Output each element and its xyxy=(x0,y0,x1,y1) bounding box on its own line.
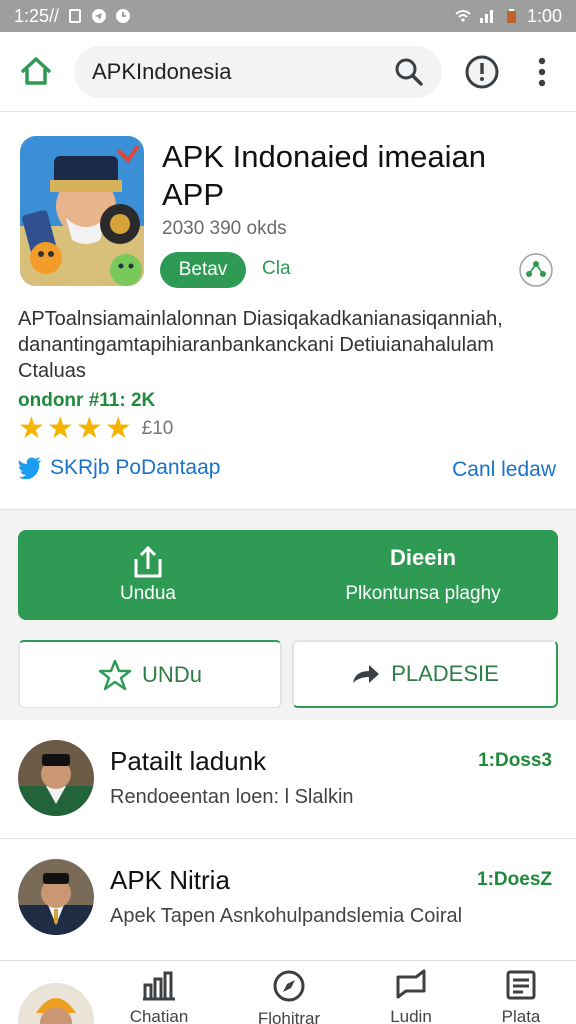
rating-count: £10 xyxy=(141,418,174,439)
status-bar: 1:25// 1:00 xyxy=(0,0,576,32)
chat-icon xyxy=(396,969,426,999)
list-item[interactable]: Patailt ladunk Rendoeentan loen: l Slalk… xyxy=(0,720,576,838)
download-action[interactable]: Undua xyxy=(18,530,278,620)
nav-label: Chatian xyxy=(129,1007,189,1024)
cancel-link[interactable]: Canl ledaw xyxy=(452,458,556,482)
list-item-meta: 1:DoesZ xyxy=(477,869,552,890)
rating-stars: ★ ★ ★ ★ £10 xyxy=(18,414,173,444)
top-app-bar: APKIndonesia xyxy=(0,32,576,112)
bottom-navigation: Chatian Flohitrar Ludin Plata xyxy=(0,960,576,1024)
status-left: 1:25// xyxy=(14,6,131,27)
twitter-link-label: SKRjb PoDantaap xyxy=(50,456,221,479)
status-clock: 1:00 xyxy=(526,5,562,26)
app-meta: 2030 390 okds xyxy=(162,218,287,239)
main-action-bar[interactable]: Undua Dieein Plkontunsa plaghy xyxy=(18,530,558,620)
app-title: APK Indonaied imeaian APP xyxy=(162,139,487,212)
nav-item-plata[interactable]: Plata xyxy=(466,969,576,1024)
star-icon: ★ xyxy=(104,412,132,445)
upload-share-icon xyxy=(134,545,162,578)
home-chart-icon xyxy=(143,971,175,1001)
nav-item-ludin[interactable]: Ludin xyxy=(356,969,466,1024)
twitter-icon xyxy=(18,457,41,479)
nav-item-flohitrar[interactable]: Flohitrar xyxy=(234,969,344,1024)
search-bar[interactable]: APKIndonesia xyxy=(74,46,442,98)
pladesie-button[interactable]: PLADESIE xyxy=(292,640,558,708)
list-item-meta: 1:Doss3 xyxy=(478,750,552,771)
install-action[interactable]: Dieein Plkontunsa plaghy xyxy=(288,530,558,620)
download-label: Undua xyxy=(120,583,176,604)
list-item-title: Patailt ladunk xyxy=(110,746,267,776)
pladesie-label: PLADESIE xyxy=(391,661,499,686)
signal-icon xyxy=(479,10,493,23)
help-icon[interactable] xyxy=(464,54,500,90)
list-item-subtitle: Apek Tapen Asnkohulpandslemia Coiral xyxy=(110,905,463,927)
star-outline-icon xyxy=(98,659,132,690)
nav-label: Ludin xyxy=(390,1007,432,1024)
nav-item-chatian[interactable]: Chatian xyxy=(104,969,214,1024)
sim-icon xyxy=(69,9,82,23)
more-vert-icon[interactable] xyxy=(528,52,556,92)
home-icon[interactable] xyxy=(16,52,56,92)
star-icon: ★ xyxy=(75,412,103,445)
app-description: APToalnsiamainlalonnan Diasiqakadkaniana… xyxy=(18,308,503,382)
clock-icon xyxy=(116,9,131,23)
share-icon[interactable] xyxy=(518,252,554,288)
pill-side-label: Cla xyxy=(262,258,291,279)
search-input[interactable]: APKIndonesia xyxy=(92,59,394,85)
status-time: 1:25// xyxy=(14,5,60,26)
avatar xyxy=(18,859,94,935)
twitter-link[interactable]: SKRjb PoDantaap xyxy=(18,456,220,480)
avatar xyxy=(18,740,94,816)
search-icon[interactable] xyxy=(394,57,424,87)
item-list: Patailt ladunk Rendoeentan loen: l Slalk… xyxy=(0,720,576,960)
app-screen: 1:25// 1:00 APKIndonesia APK Indonaied i… xyxy=(0,0,576,1024)
forward-arrow-icon xyxy=(353,665,380,683)
star-icon: ★ xyxy=(46,412,74,445)
beta-pill-button[interactable]: Betav xyxy=(160,252,246,288)
install-title: Dieein xyxy=(389,545,457,570)
undu-button[interactable]: UNDu xyxy=(18,640,282,708)
profile-avatar[interactable] xyxy=(18,983,94,1024)
app-icon[interactable] xyxy=(20,136,144,286)
star-icon: ★ xyxy=(18,412,45,445)
list-icon xyxy=(506,970,536,1000)
list-item-subtitle: Rendoeentan loen: l Slalkin xyxy=(110,786,354,808)
app-stat: ondonr #11: 2K xyxy=(18,390,156,411)
compass-icon xyxy=(273,970,305,1002)
undu-label: UNDu xyxy=(142,661,202,687)
battery-icon xyxy=(506,9,516,23)
status-right: 1:00 xyxy=(455,6,562,27)
nav-label: Flohitrar xyxy=(257,1009,321,1024)
install-subtitle: Plkontunsa plaghy xyxy=(345,583,501,604)
nav-label: Plata xyxy=(501,1007,541,1024)
list-item-title: APK Nitria xyxy=(110,865,230,895)
telegram-icon xyxy=(92,9,107,23)
list-item[interactable]: APK Nitria Apek Tapen Asnkohulpandslemia… xyxy=(0,838,576,956)
app-header-card: APK Indonaied imeaian APP 2030 390 okds … xyxy=(0,112,576,510)
wifi-icon xyxy=(455,10,471,22)
